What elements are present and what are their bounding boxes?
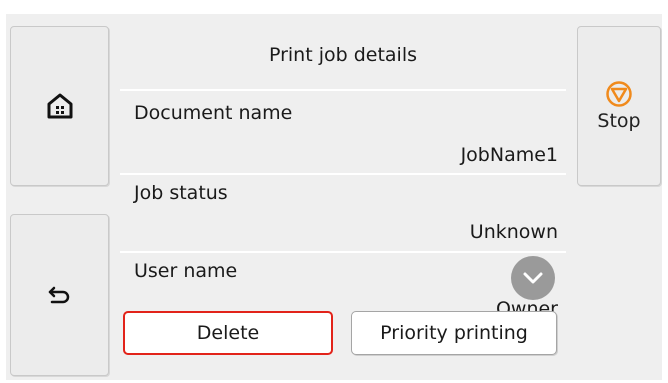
job-status-value: Unknown	[469, 221, 558, 243]
priority-printing-button[interactable]: Priority printing	[351, 311, 557, 355]
divider	[120, 251, 566, 253]
page-title: Print job details	[268, 44, 418, 66]
details-panel: Print job details Document name JobName1…	[120, 14, 566, 380]
home-button[interactable]	[10, 26, 109, 186]
scroll-down-button[interactable]	[511, 256, 555, 300]
user-name-label: User name	[134, 260, 238, 282]
stop-icon	[606, 81, 632, 107]
divider	[120, 173, 566, 175]
back-arrow-icon	[48, 286, 69, 304]
stop-button[interactable]: Stop	[577, 26, 661, 186]
back-button[interactable]	[10, 214, 109, 376]
stop-label: Stop	[597, 110, 641, 132]
document-name-value: JobName1	[460, 144, 558, 166]
printer-panel: Stop Print job details Document name Job…	[6, 14, 662, 380]
job-status-label: Job status	[134, 182, 228, 204]
home-icon	[47, 93, 72, 119]
delete-button[interactable]: Delete	[123, 311, 333, 355]
document-name-label: Document name	[134, 102, 293, 124]
divider	[120, 89, 566, 91]
chevron-down-icon	[523, 272, 543, 284]
